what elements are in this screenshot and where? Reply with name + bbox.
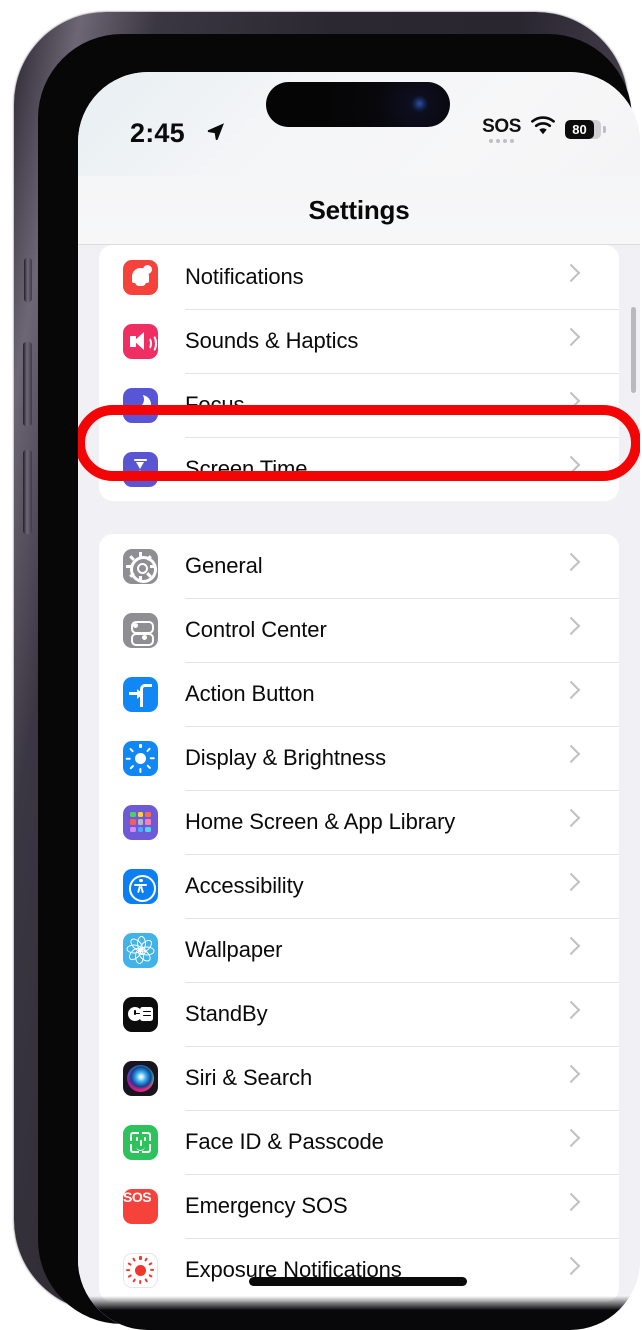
chevron-right-icon	[561, 982, 599, 1046]
settings-row-label: Sounds & Haptics	[185, 328, 359, 353]
settings-group-system: General Control Center Action Button Displa…	[99, 534, 619, 1302]
settings-row-label: Notifications	[185, 264, 304, 289]
chevron-right-icon	[561, 598, 599, 662]
chevron-right-icon	[561, 726, 599, 790]
chevron-right-icon	[561, 918, 599, 982]
phone-screen: 2:45 SOS 80 Settings Notifications Sound…	[78, 72, 640, 1330]
settings-row-control-center[interactable]: Control Center	[99, 598, 619, 662]
chevron-right-icon	[561, 790, 599, 854]
settings-row-standby[interactable]: StandBy	[99, 982, 619, 1046]
settings-row-siri-search[interactable]: Siri & Search	[99, 1046, 619, 1110]
dynamic-island[interactable]	[266, 82, 450, 127]
chevron-right-icon	[561, 373, 599, 437]
settings-row-label: Wallpaper	[185, 937, 283, 962]
settings-row-exposure-notifications[interactable]: Exposure Notifications	[99, 1238, 619, 1302]
settings-row-home-screen-app-library[interactable]: Home Screen & App Library	[99, 790, 619, 854]
chevron-right-icon	[561, 1110, 599, 1174]
status-bar: 2:45 SOS 80	[78, 72, 640, 176]
accessibility-icon	[123, 868, 158, 904]
gear-icon	[123, 548, 158, 584]
settings-row-label: Display & Brightness	[185, 745, 386, 770]
hourglass-icon	[123, 451, 158, 487]
action-button-icon	[123, 676, 158, 712]
settings-row-display-brightness[interactable]: Display & Brightness	[99, 726, 619, 790]
settings-row-label: Focus	[185, 392, 245, 417]
front-camera-icon	[411, 96, 428, 113]
sos-icon: SOS	[123, 1188, 158, 1224]
wifi-icon	[530, 116, 556, 140]
settings-group-alerts: Notifications Sounds & Haptics Focus Screen…	[99, 245, 619, 501]
speaker-wave-icon	[123, 323, 158, 359]
scrollbar[interactable]	[631, 307, 636, 393]
sos-indicator: SOS	[482, 117, 521, 143]
volume-up-button[interactable]	[23, 342, 32, 426]
battery-percent: 80	[572, 122, 587, 137]
battery-cap	[603, 126, 606, 133]
settings-row-notifications[interactable]: Notifications	[99, 245, 619, 309]
sos-label: SOS	[482, 115, 521, 137]
settings-row-general[interactable]: General	[99, 534, 619, 598]
settings-row-label: Home Screen & App Library	[185, 809, 456, 834]
settings-row-wallpaper[interactable]: Wallpaper	[99, 918, 619, 982]
chevron-right-icon	[561, 309, 599, 373]
face-id-icon	[123, 1124, 158, 1160]
volume-down-button[interactable]	[23, 450, 32, 534]
battery-indicator: 80	[565, 120, 601, 139]
settings-row-label: Accessibility	[185, 873, 304, 898]
home-indicator[interactable]	[249, 1277, 467, 1286]
chevron-right-icon	[561, 662, 599, 726]
settings-list[interactable]: Notifications Sounds & Haptics Focus Screen…	[78, 245, 640, 1330]
chevron-right-icon	[561, 245, 599, 309]
settings-row-label: General	[185, 553, 263, 578]
settings-row-action-button[interactable]: Action Button	[99, 662, 619, 726]
settings-row-screen-time[interactable]: Screen Time	[99, 437, 619, 501]
chevron-right-icon	[561, 437, 599, 501]
settings-row-label: Face ID & Passcode	[185, 1129, 384, 1154]
chevron-right-icon	[561, 1174, 599, 1238]
phone-frame: 2:45 SOS 80 Settings Notifications Sound…	[14, 12, 640, 1330]
location-arrow-icon	[206, 121, 226, 146]
settings-row-focus[interactable]: Focus	[99, 373, 619, 437]
settings-row-label: Emergency SOS	[185, 1193, 348, 1218]
toggles-icon	[123, 612, 158, 648]
page-title-text: Settings	[308, 194, 410, 225]
crescent-moon-icon	[123, 387, 158, 423]
settings-row-label: StandBy	[185, 1001, 268, 1026]
standby-icon	[123, 996, 158, 1032]
sun-icon	[123, 740, 158, 776]
settings-row-face-id-passcode[interactable]: Face ID & Passcode	[99, 1110, 619, 1174]
signal-dots-icon	[489, 138, 515, 143]
siri-orb-icon	[123, 1060, 158, 1096]
status-indicators: SOS 80	[482, 116, 606, 143]
settings-row-label: Action Button	[185, 681, 315, 706]
chevron-right-icon	[561, 534, 599, 598]
settings-row-accessibility[interactable]: Accessibility	[99, 854, 619, 918]
page-title: Settings	[78, 176, 640, 245]
settings-row-label: Screen Time	[185, 456, 308, 481]
settings-row-label: Siri & Search	[185, 1065, 313, 1090]
screen-bottom-shade	[78, 1296, 640, 1330]
settings-row-sounds-haptics[interactable]: Sounds & Haptics	[99, 309, 619, 373]
settings-row-label: Control Center	[185, 617, 327, 642]
settings-row-emergency-sos[interactable]: SOS Emergency SOS	[99, 1174, 619, 1238]
bell-icon	[123, 259, 158, 295]
app-grid-icon	[123, 804, 158, 840]
chevron-right-icon	[561, 1238, 599, 1302]
screenshot-stage: 2:45 SOS 80 Settings Notifications Sound…	[0, 0, 642, 1330]
exposure-dot-icon	[123, 1252, 158, 1288]
phone-bezel: 2:45 SOS 80 Settings Notifications Sound…	[38, 34, 640, 1330]
flower-icon	[123, 932, 158, 968]
chevron-right-icon	[561, 854, 599, 918]
chevron-right-icon	[561, 1046, 599, 1110]
status-time: 2:45	[130, 118, 185, 148]
silent-switch[interactable]	[24, 258, 32, 302]
